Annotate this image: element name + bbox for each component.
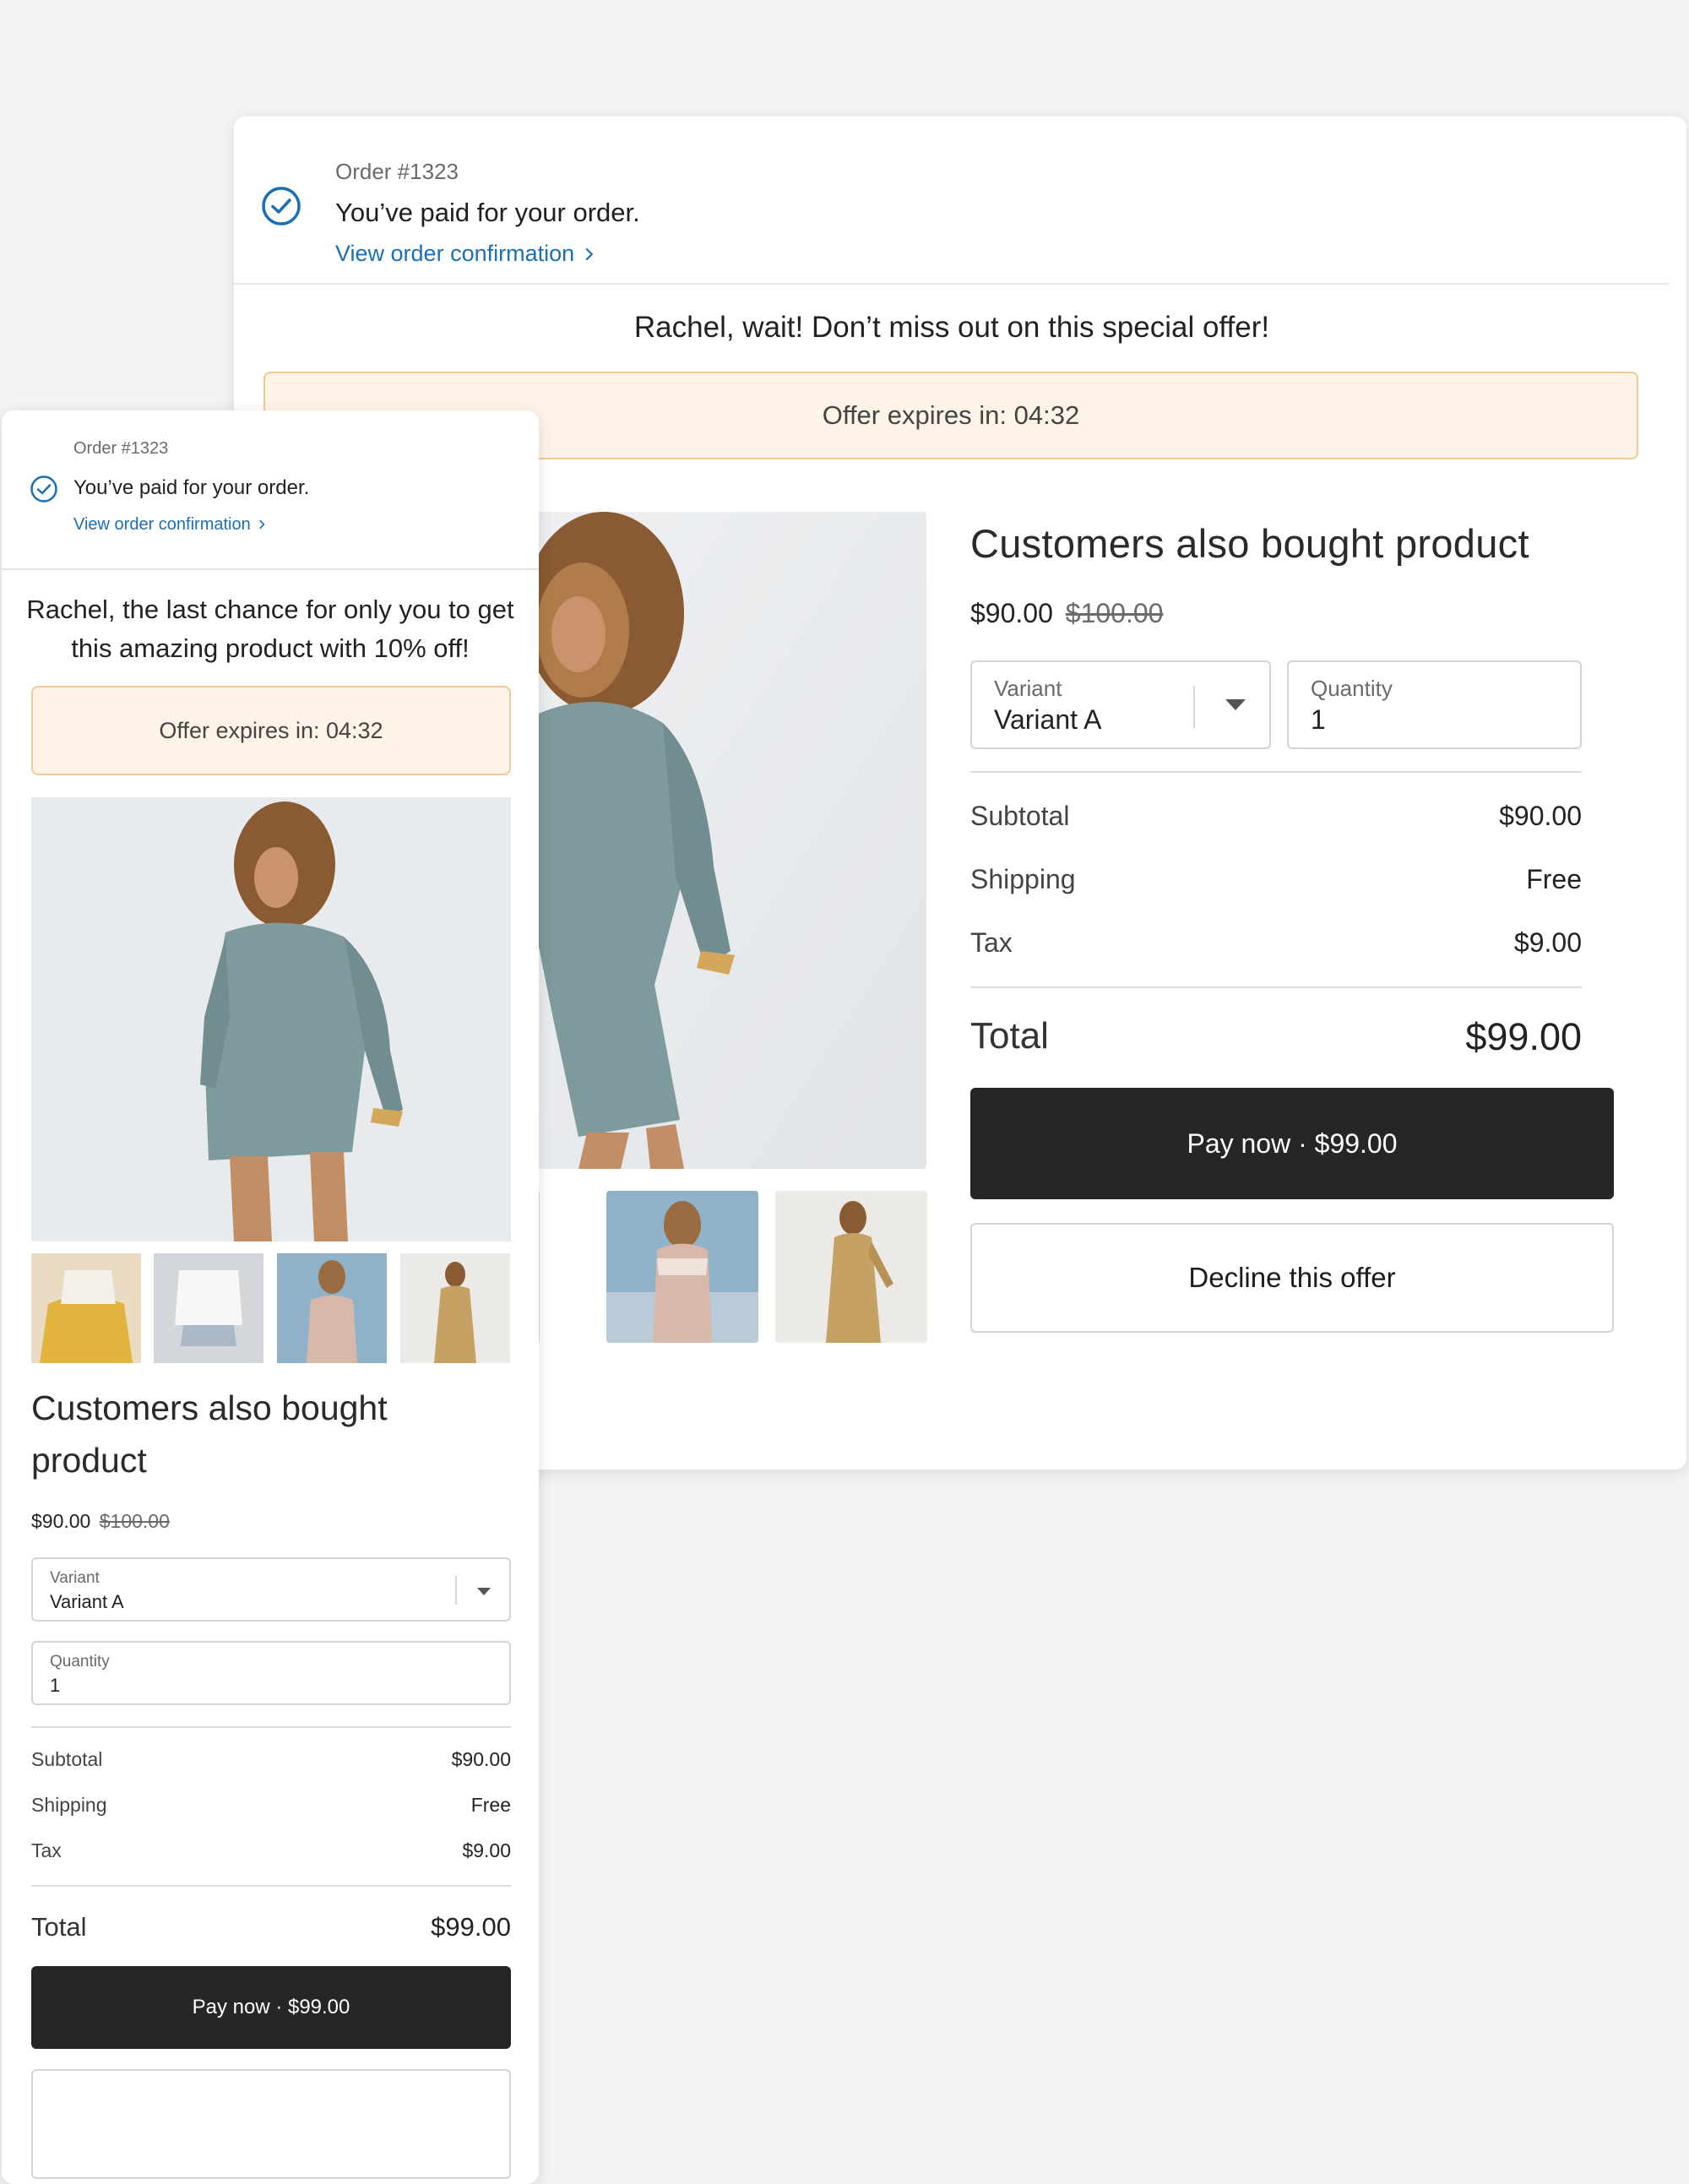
product-thumbnail[interactable] (775, 1191, 927, 1343)
check-circle-icon (30, 475, 57, 503)
paid-message: You’ve paid for your order. (335, 198, 640, 227)
shipping-value: Free (470, 1794, 511, 1816)
variant-select[interactable]: Variant Variant A (970, 660, 1271, 749)
total-value: $99.00 (431, 1912, 511, 1942)
shipping-row: Shipping Free (31, 1794, 511, 1817)
product-main-image (31, 797, 511, 1241)
pay-now-button[interactable]: Pay now · $99.00 (31, 1966, 511, 2049)
shipping-row: Shipping Free (970, 864, 1582, 895)
total-label: Total (970, 1015, 1049, 1057)
subtotal-value: $90.00 (1499, 801, 1582, 831)
subtotal-label: Subtotal (31, 1748, 103, 1770)
header-divider (2, 568, 539, 570)
product-thumbnail[interactable] (606, 1191, 758, 1343)
order-number: Order #1323 (335, 159, 459, 184)
tax-value: $9.00 (1513, 927, 1582, 958)
decline-offer-button[interactable] (31, 2069, 511, 2179)
quantity-field[interactable]: Quantity 1 (31, 1641, 511, 1705)
paid-message: You’ve paid for your order. (73, 476, 310, 499)
variant-value: Variant A (994, 704, 1102, 735)
quantity-field[interactable]: Quantity 1 (1287, 660, 1582, 749)
quantity-value: 1 (1311, 704, 1326, 735)
select-divider (1193, 686, 1195, 728)
offer-headline: Rachel, the last chance for only you to … (26, 595, 514, 663)
total-label: Total (31, 1912, 87, 1942)
product-title: Customers also bought product (970, 521, 1529, 566)
tax-row: Tax $9.00 (970, 927, 1582, 959)
order-number: Order #1323 (73, 439, 169, 458)
total-row: Total $99.00 (31, 1912, 511, 1942)
tax-value: $9.00 (462, 1839, 511, 1861)
caret-down-icon (1225, 699, 1246, 710)
offer-headline: Rachel, wait! Don’t miss out on this spe… (633, 311, 1270, 344)
decline-offer-button[interactable]: Decline this offer (970, 1223, 1614, 1333)
product-thumbnail[interactable] (31, 1253, 141, 1363)
subtotal-row: Subtotal $90.00 (31, 1748, 511, 1771)
shipping-label: Shipping (970, 864, 1076, 894)
original-price: $100.00 (1065, 598, 1164, 628)
tax-row: Tax $9.00 (31, 1839, 511, 1862)
total-divider (970, 986, 1582, 988)
check-circle-icon (262, 187, 301, 225)
view-order-confirmation-link[interactable]: View order confirmation (335, 241, 594, 267)
quantity-label: Quantity (1311, 676, 1393, 701)
chevron-right-icon (585, 247, 594, 261)
chevron-right-icon (259, 519, 265, 530)
shipping-value: Free (1526, 864, 1582, 894)
pay-now-button[interactable]: Pay now · $99.00 (970, 1088, 1614, 1199)
subtotal-value: $90.00 (451, 1748, 511, 1770)
product-thumbnail[interactable] (400, 1253, 510, 1363)
product-title: Customers also bought product (31, 1388, 388, 1480)
variant-value: Variant A (50, 1591, 124, 1612)
total-row: Total $99.00 (970, 1015, 1582, 1058)
total-value: $99.00 (1465, 1015, 1582, 1058)
subtotal-row: Subtotal $90.00 (970, 801, 1582, 832)
variant-label: Variant (994, 676, 1062, 701)
product-thumbnail[interactable] (277, 1253, 387, 1363)
tax-label: Tax (31, 1839, 62, 1861)
view-order-confirmation-label: View order confirmation (335, 241, 575, 266)
subtotal-label: Subtotal (970, 801, 1070, 831)
header-divider (234, 283, 1670, 285)
summary-divider (31, 1726, 511, 1728)
select-divider (455, 1576, 457, 1605)
tax-label: Tax (970, 927, 1013, 958)
quantity-value: 1 (50, 1675, 61, 1696)
view-order-confirmation-label: View order confirmation (73, 515, 251, 534)
mobile-offer-card: Order #1323 You’ve paid for your order. … (2, 410, 539, 2184)
sale-price: $90.00 (970, 598, 1053, 628)
product-main-image (502, 512, 926, 1169)
view-order-confirmation-link[interactable]: View order confirmation (73, 515, 265, 535)
total-divider (31, 1885, 511, 1887)
sale-price: $90.00 (31, 1510, 91, 1532)
summary-divider (970, 771, 1582, 773)
product-price: $90.00 $100.00 (31, 1510, 170, 1533)
product-thumbnail[interactable] (154, 1253, 263, 1363)
original-price: $100.00 (99, 1510, 170, 1532)
variant-select[interactable]: Variant Variant A (31, 1557, 511, 1622)
offer-timer: Offer expires in: 04:32 (31, 686, 511, 775)
variant-label: Variant (50, 1569, 100, 1587)
caret-down-icon (477, 1588, 491, 1595)
product-price: $90.00 $100.00 (970, 598, 1163, 629)
quantity-label: Quantity (50, 1653, 110, 1671)
shipping-label: Shipping (31, 1794, 107, 1816)
